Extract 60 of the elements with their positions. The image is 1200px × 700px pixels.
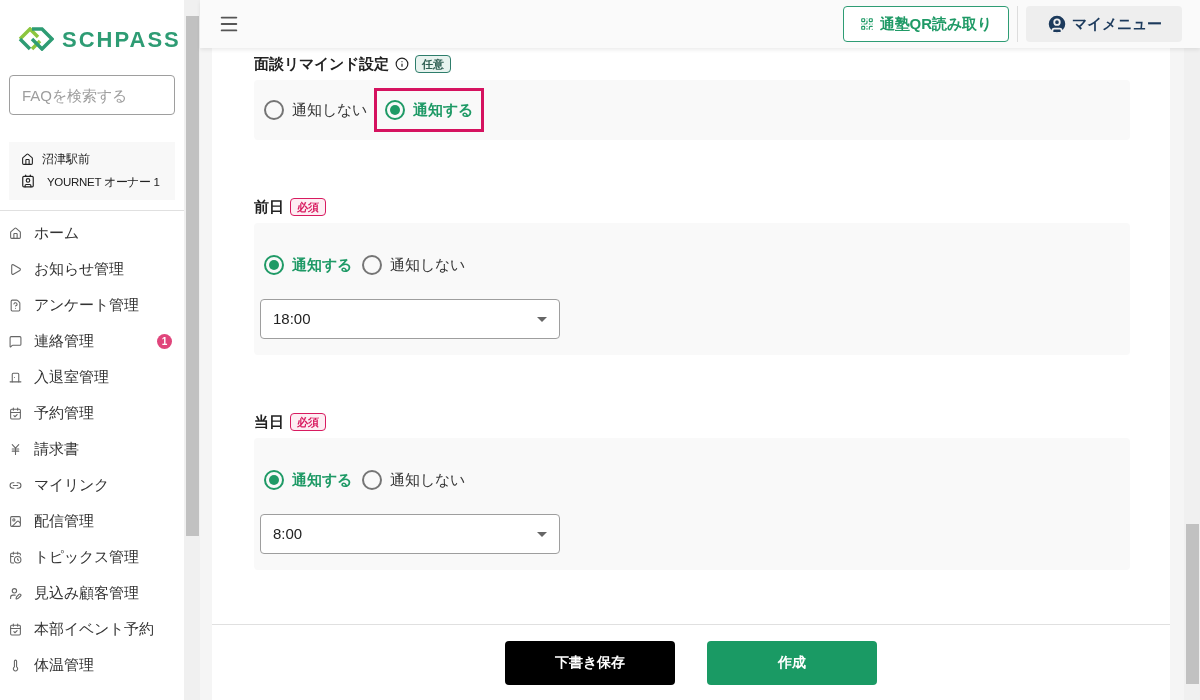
triangle-icon — [9, 262, 22, 276]
radio-button[interactable] — [264, 255, 284, 275]
radio-option[interactable]: 通知しない — [359, 242, 468, 288]
sidebar-item[interactable]: 見込み顧客管理 — [0, 575, 184, 611]
logo-text: SCHPASS — [62, 25, 181, 54]
sidebar-item[interactable]: 連絡管理 1 — [0, 323, 184, 359]
yen-icon — [9, 442, 22, 456]
calendar-clock-icon — [9, 550, 22, 564]
radio-option[interactable]: 通知しない — [261, 87, 370, 133]
dropdown-caret-icon — [537, 531, 547, 537]
search-field[interactable]: FAQを検索する — [9, 75, 175, 115]
radio-button[interactable] — [362, 470, 382, 490]
info-icon[interactable] — [395, 57, 409, 71]
door-icon — [9, 370, 22, 384]
page-scrollbar[interactable] — [1184, 48, 1200, 700]
count-badge: 1 — [157, 333, 172, 349]
radio-button[interactable] — [362, 255, 382, 275]
sidebar-item[interactable]: 配信管理 — [0, 503, 184, 539]
sidebar-item[interactable]: お知らせ管理 — [0, 251, 184, 287]
logo-icon — [18, 27, 54, 51]
my-menu-button[interactable]: マイメニュー — [1026, 6, 1182, 42]
id-card-icon — [21, 174, 35, 188]
home-icon — [9, 226, 22, 240]
sidebar-item[interactable]: 体温管理 — [0, 647, 184, 683]
draft-save-button[interactable]: 下書き保存 — [505, 640, 675, 685]
survey-icon — [9, 298, 22, 312]
section-title: 当日 — [254, 411, 284, 432]
sidebar-item[interactable]: 請求書 — [0, 431, 184, 467]
qr-icon — [859, 17, 874, 31]
section-title: 面談リマインド設定 — [254, 53, 389, 74]
radio-button[interactable] — [264, 470, 284, 490]
dropdown-caret-icon — [537, 316, 547, 322]
time-select[interactable]: 8:00 — [260, 514, 560, 554]
home-icon — [21, 152, 34, 166]
status-tag: 必須 — [290, 413, 326, 431]
user-icon — [1046, 13, 1068, 35]
sidebar-item[interactable]: 予約管理 — [0, 395, 184, 431]
create-button[interactable]: 作成 — [707, 640, 877, 685]
radio-button[interactable] — [264, 100, 284, 120]
status-tag: 任意 — [415, 55, 451, 73]
sidebar-item[interactable]: ホーム — [0, 215, 184, 251]
sidebar-item[interactable]: 入退室管理 — [0, 359, 184, 395]
sidebar-item[interactable]: アンケート管理 — [0, 287, 184, 323]
calendar-icon — [9, 622, 22, 636]
user-name: YOURNET オーナー 1 — [46, 175, 160, 190]
chat-icon — [9, 334, 22, 348]
status-tag: 必須 — [290, 198, 326, 216]
radio-option[interactable]: 通知しない — [359, 457, 468, 503]
sidebar-item[interactable]: マイリンク — [0, 467, 184, 503]
image-icon — [9, 514, 22, 528]
qr-scan-button[interactable]: 通塾QR読み取り — [842, 6, 1009, 42]
school-name: 沼津駅前 — [42, 151, 90, 168]
calendar-icon — [9, 406, 22, 420]
time-select[interactable]: 18:00 — [260, 299, 560, 339]
user-edit-icon — [9, 586, 22, 600]
sidebar-scrollbar[interactable] — [184, 0, 200, 700]
sidebar-item[interactable]: 本部イベント予約 — [0, 611, 184, 647]
sidebar-item[interactable]: トピックス管理 — [0, 539, 184, 575]
radio-button[interactable] — [385, 100, 405, 120]
section-title: 前日 — [254, 196, 284, 217]
